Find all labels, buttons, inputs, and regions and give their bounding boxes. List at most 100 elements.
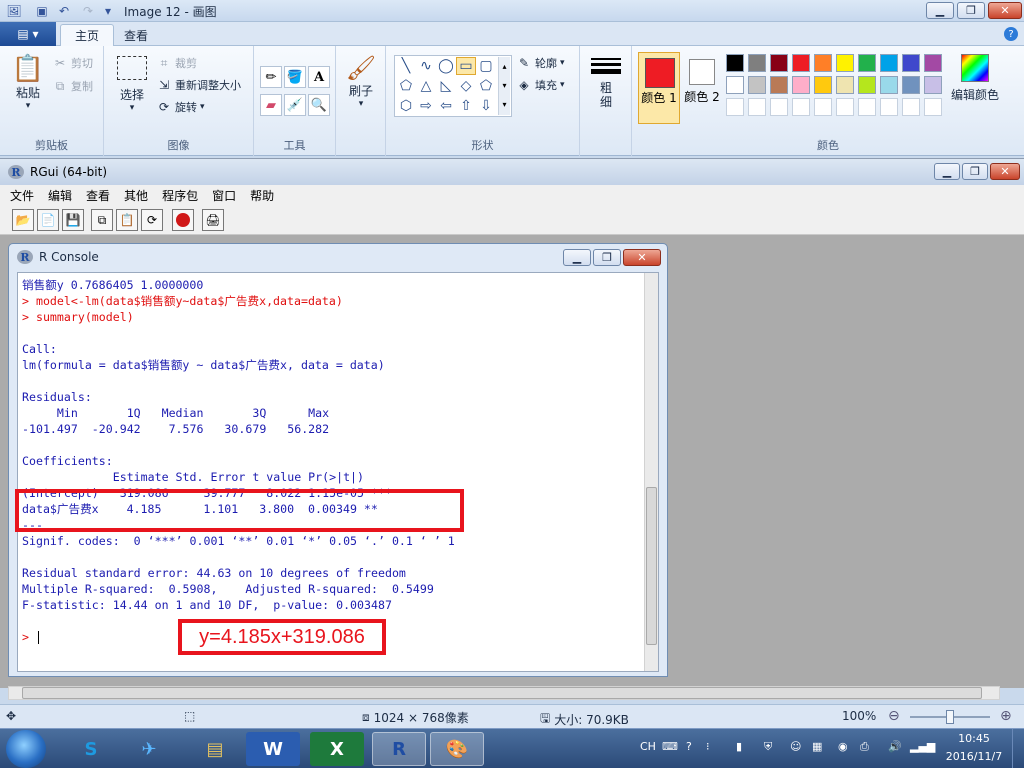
tab-home[interactable]: 主页	[60, 24, 115, 46]
cut-button[interactable]: ✂ 剪切	[52, 55, 93, 71]
palette-color-swatch[interactable]	[748, 54, 766, 72]
rotate-button[interactable]: ⟳ 旋转 ▾	[156, 99, 205, 115]
minimize-button[interactable]: ▁	[926, 2, 954, 19]
app-tray-icon[interactable]: ◉	[838, 740, 848, 753]
palette-color-swatch[interactable]	[814, 54, 832, 72]
menu-edit[interactable]: 编辑	[48, 187, 72, 204]
custom-color-slot[interactable]	[902, 98, 920, 116]
pentagon-shape-icon[interactable]: ⬠	[476, 77, 496, 95]
palette-color-swatch[interactable]	[726, 76, 744, 94]
scroll-thumb[interactable]	[646, 487, 657, 645]
menu-view[interactable]: 查看	[86, 187, 110, 204]
crop-button[interactable]: ⌗ 裁剪	[156, 55, 197, 71]
eraser-icon[interactable]: ▰	[260, 94, 282, 116]
triangle-shape-icon[interactable]: △	[416, 77, 436, 95]
console-output[interactable]: 销售额y 0.7686405 1.0000000 > model<-lm(data…	[17, 272, 659, 672]
rgui-horizontal-scrollbar[interactable]	[8, 686, 1000, 700]
excel-taskbar-icon[interactable]: X	[310, 732, 364, 766]
menu-misc[interactable]: 其他	[124, 187, 148, 204]
sogou-taskbar-icon[interactable]: S	[64, 732, 118, 766]
menu-help[interactable]: 帮助	[250, 187, 274, 204]
arrow-left-shape-icon[interactable]: ⇦	[436, 97, 456, 115]
refresh-icon[interactable]: ⟳	[141, 209, 163, 231]
palette-color-swatch[interactable]	[836, 76, 854, 94]
explorer-taskbar-icon[interactable]: ▤	[188, 732, 242, 766]
print-icon[interactable]: 🖨	[202, 209, 224, 231]
fill-bucket-icon[interactable]: 🪣	[284, 66, 306, 88]
palette-color-swatch[interactable]	[902, 54, 920, 72]
tab-view[interactable]: 查看	[110, 24, 162, 46]
paste-button[interactable]: 📋 粘贴 ▾	[8, 54, 48, 111]
network-icon[interactable]: ▂▄▆	[910, 740, 935, 753]
custom-color-slot[interactable]	[836, 98, 854, 116]
load-workspace-icon[interactable]: 📄	[37, 209, 59, 231]
rgui-close-button[interactable]: ✕	[990, 163, 1020, 180]
clock-time[interactable]: 10:45	[944, 732, 1004, 745]
paint-taskbar-icon[interactable]: 🎨	[430, 732, 484, 766]
paste-icon[interactable]: 📋	[116, 209, 138, 231]
custom-color-slot[interactable]	[726, 98, 744, 116]
zoom-slider-thumb[interactable]	[946, 710, 954, 724]
face-icon[interactable]: ☺	[790, 740, 801, 753]
hexagon-shape-icon[interactable]: ⬡	[396, 97, 416, 115]
palette-color-swatch[interactable]	[726, 54, 744, 72]
rounded-rect-shape-icon[interactable]: ▢	[476, 57, 496, 75]
word-taskbar-icon[interactable]: W	[246, 732, 300, 766]
brushes-button[interactable]: 🖌 刷子 ▾	[342, 54, 380, 109]
arrow-right-shape-icon[interactable]: ⇨	[416, 97, 436, 115]
menu-windows[interactable]: 窗口	[212, 187, 236, 204]
feiq-taskbar-icon[interactable]: ✈	[122, 732, 176, 766]
custom-color-slot[interactable]	[814, 98, 832, 116]
palette-color-swatch[interactable]	[924, 54, 942, 72]
printer-tray-icon[interactable]: ⎙	[860, 740, 869, 754]
undo-icon[interactable]: ↶	[56, 3, 72, 19]
zoom-out-icon[interactable]: ⊖	[888, 708, 900, 724]
close-button[interactable]: ✕	[988, 2, 1022, 19]
rectangle-shape-icon[interactable]: ▭	[456, 57, 476, 75]
palette-color-swatch[interactable]	[770, 54, 788, 72]
size-button[interactable]: 粗细	[588, 56, 624, 109]
custom-color-slot[interactable]	[924, 98, 942, 116]
palette-color-swatch[interactable]	[924, 76, 942, 94]
pencil-icon[interactable]: ✏	[260, 66, 282, 88]
open-script-icon[interactable]: 📂	[12, 209, 34, 231]
custom-color-slot[interactable]	[792, 98, 810, 116]
color-picker-icon[interactable]: 💉	[284, 94, 306, 116]
edit-colors-button[interactable]: 编辑颜色	[944, 54, 1006, 103]
paint-app-icon[interactable]: 🖼	[6, 3, 22, 19]
palette-color-swatch[interactable]	[858, 54, 876, 72]
maximize-button[interactable]: ❐	[957, 2, 985, 19]
color1-button[interactable]: 颜色 1	[638, 52, 680, 124]
menu-packages[interactable]: 程序包	[162, 187, 198, 204]
custom-color-slot[interactable]	[748, 98, 766, 116]
text-tool-icon[interactable]: A	[308, 66, 330, 88]
diamond-shape-icon[interactable]: ◇	[456, 77, 476, 95]
palette-color-swatch[interactable]	[748, 76, 766, 94]
help-icon[interactable]: ?	[1004, 27, 1018, 41]
usb-icon[interactable]: ▮	[736, 740, 742, 753]
palette-color-swatch[interactable]	[792, 76, 810, 94]
ime-indicator[interactable]: CH	[640, 740, 656, 753]
console-minimize-button[interactable]: ▁	[563, 249, 591, 266]
tray-expand-icon[interactable]: ⁝	[706, 740, 710, 753]
grid-icon[interactable]: ▦	[812, 740, 822, 753]
zoom-in-icon[interactable]: ⊕	[1000, 708, 1012, 724]
volume-icon[interactable]: 🔊	[888, 740, 902, 753]
shapes-scroll[interactable]: ▴ ▾ ▾	[498, 57, 510, 115]
r-taskbar-icon[interactable]: R	[372, 732, 426, 766]
fill-button[interactable]: ◈ 填充 ▾	[516, 77, 564, 93]
console-close-button[interactable]: ✕	[623, 249, 661, 266]
palette-color-swatch[interactable]	[836, 54, 854, 72]
file-menu-button[interactable]: ▤ ▾	[0, 22, 56, 46]
polygon-shape-icon[interactable]: ⬠	[396, 77, 416, 95]
arrow-up-shape-icon[interactable]: ⇧	[456, 97, 476, 115]
color2-button[interactable]: 颜色 2	[682, 52, 722, 124]
redo-icon[interactable]: ↷	[80, 3, 96, 19]
help-tray-icon[interactable]: ?	[686, 740, 692, 753]
clock-date[interactable]: 2016/11/7	[940, 750, 1008, 763]
keyboard-icon[interactable]: ⌨	[662, 740, 678, 753]
select-button[interactable]: 选择 ▾	[112, 56, 152, 113]
save-workspace-icon[interactable]: 💾	[62, 209, 84, 231]
line-shape-icon[interactable]: ╲	[396, 57, 416, 75]
quick-access-dropdown-icon[interactable]: ▾	[100, 3, 116, 19]
